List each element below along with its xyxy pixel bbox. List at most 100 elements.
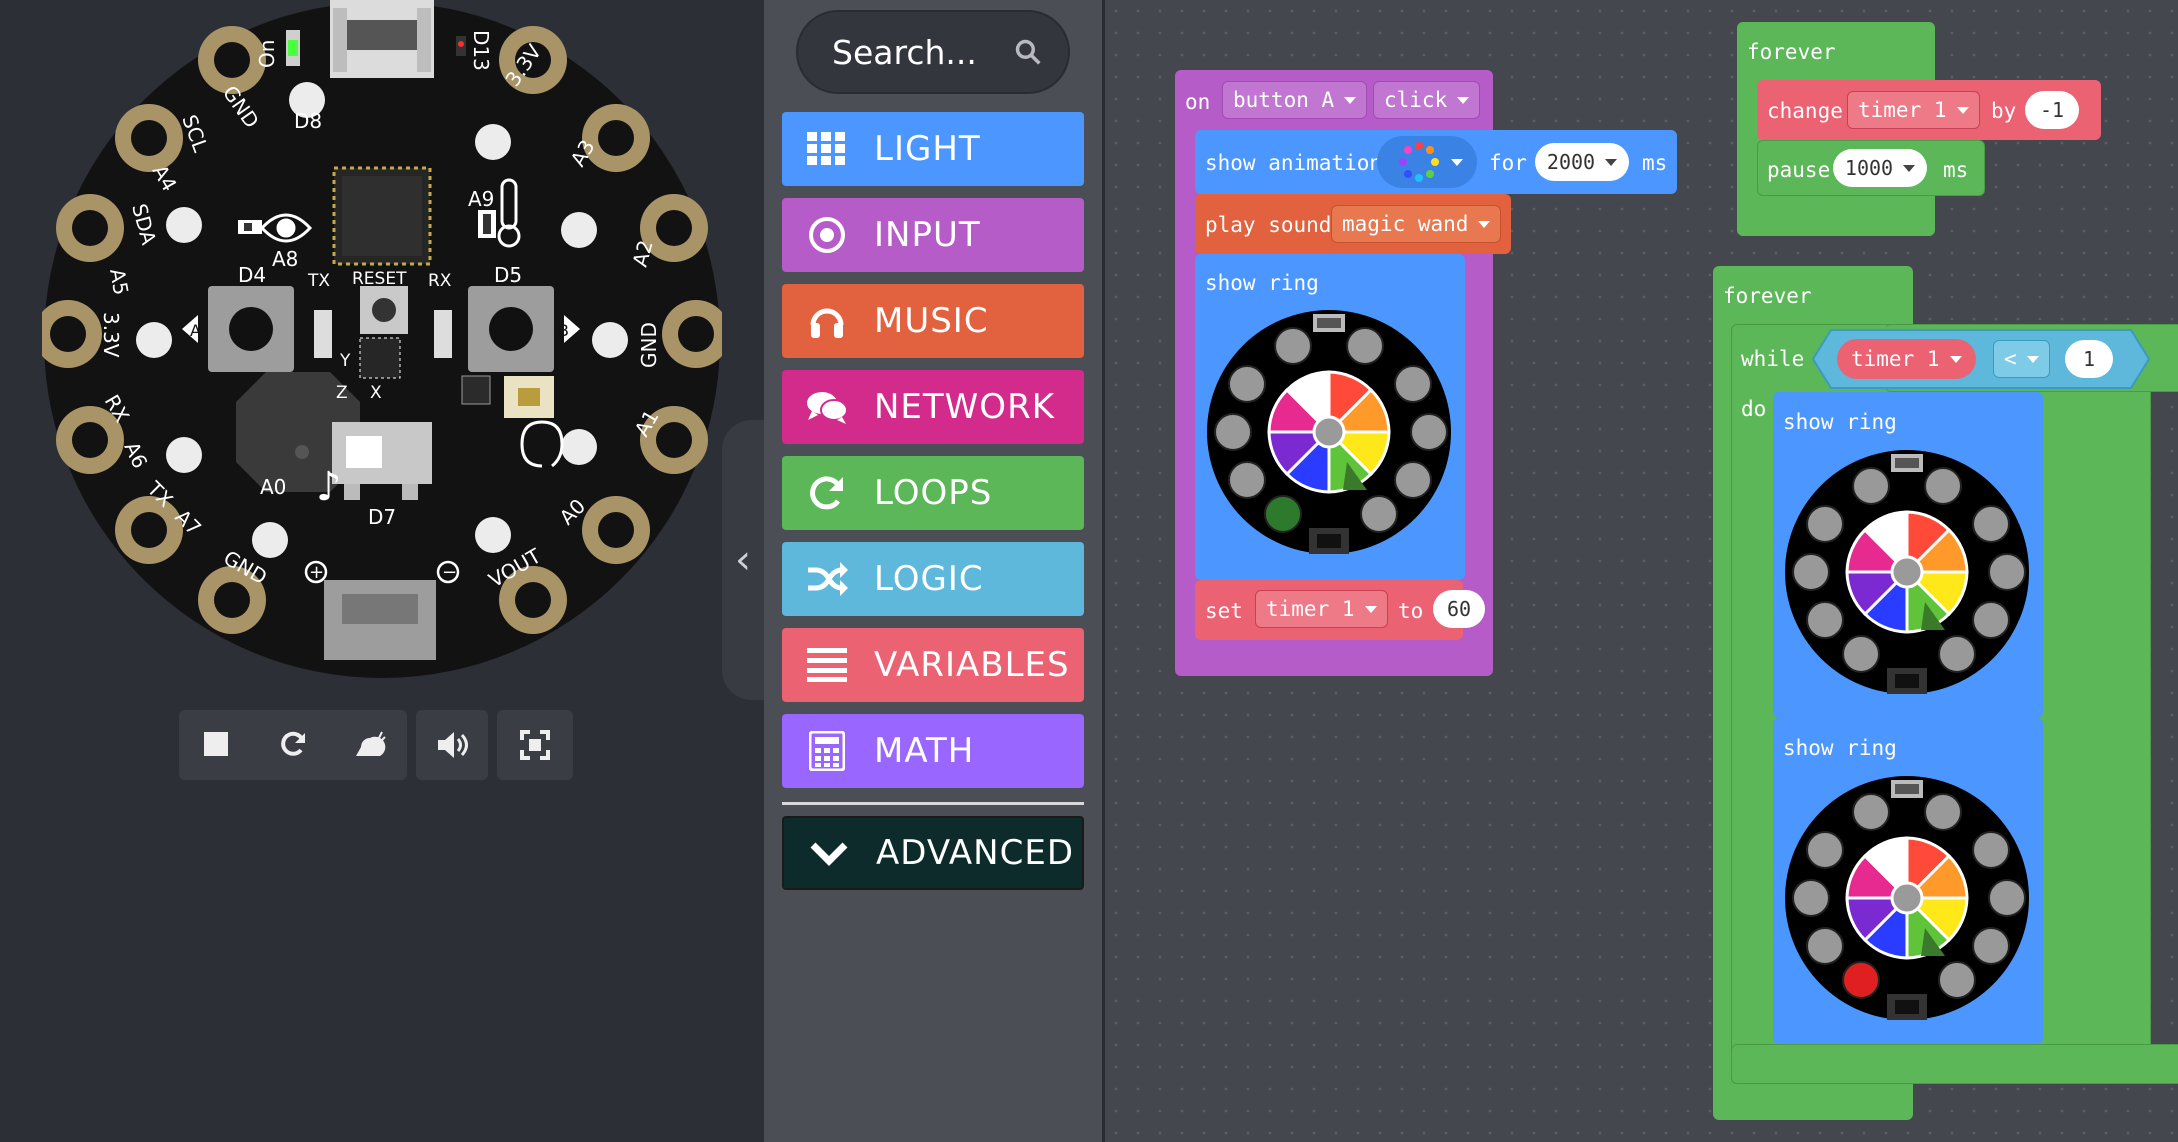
shuffle-icon <box>804 556 850 602</box>
pause-ms-label: ms <box>1943 158 1969 182</box>
action-dropdown[interactable]: click <box>1373 81 1481 119</box>
on-label: on <box>1185 90 1211 114</box>
fullscreen-icon <box>520 730 550 760</box>
to-label: to <box>1398 599 1424 623</box>
category-music[interactable]: MUSIC <box>782 284 1084 358</box>
category-label: VARIABLES <box>874 645 1070 685</box>
category-label: LIGHT <box>874 129 981 169</box>
chat-icon <box>804 384 850 430</box>
ring-pixel-editor[interactable] <box>1785 450 2029 694</box>
set-variable-dropdown[interactable]: timer 1 <box>1255 590 1388 628</box>
stop-button[interactable] <box>179 710 255 780</box>
color-wheel <box>1267 370 1391 494</box>
search-icon[interactable] <box>1014 36 1042 68</box>
category-label: LOOPS <box>874 473 993 513</box>
change-by-field[interactable]: -1 <box>2025 91 2079 129</box>
label-a9: A9 <box>468 187 494 211</box>
category-label: INPUT <box>874 215 981 255</box>
calculator-icon <box>804 728 850 774</box>
pause-label: pause <box>1767 158 1831 182</box>
category-input[interactable]: INPUT <box>782 198 1084 272</box>
category-label: MATH <box>874 731 975 771</box>
show-animation-label: show animation <box>1205 151 1383 175</box>
show-ring-label: show ring <box>1783 410 1897 434</box>
headphones-icon <box>804 298 850 344</box>
search-input[interactable] <box>830 31 1014 73</box>
label-z: Z <box>336 383 348 403</box>
music-note-icon: ♪ <box>316 464 342 510</box>
chevron-down-icon <box>806 830 852 876</box>
label-d5: D5 <box>494 263 522 287</box>
category-loops[interactable]: LOOPS <box>782 456 1084 530</box>
list-icon <box>804 642 850 688</box>
forever-label: forever <box>1723 284 1812 308</box>
label-rx-top: RX <box>428 271 452 291</box>
stop-icon <box>204 732 228 756</box>
by-label: by <box>1991 99 2017 123</box>
toolbox-separator <box>782 802 1084 805</box>
ring-pixel-editor[interactable] <box>1785 776 2029 1020</box>
label-a8: A8 <box>272 247 298 271</box>
show-ring-label: show ring <box>1783 736 1897 760</box>
ring-pixel-editor[interactable] <box>1207 310 1451 554</box>
while-block-footer <box>1731 1044 2178 1084</box>
category-label: NETWORK <box>874 387 1055 427</box>
ms-label: ms <box>1642 151 1668 175</box>
label-a0-mid: A0 <box>260 475 286 499</box>
label-y: Y <box>339 351 351 371</box>
button-dropdown[interactable]: button A <box>1222 81 1368 119</box>
animation-dropdown[interactable] <box>1377 136 1477 188</box>
advanced-label: ADVANCED <box>876 833 1075 873</box>
fullscreen-button[interactable] <box>497 710 573 780</box>
mute-button[interactable] <box>416 710 488 780</box>
label-x: X <box>370 383 382 403</box>
change-label: change <box>1767 99 1843 123</box>
operator-dropdown[interactable]: < <box>1993 340 2050 378</box>
forever-label: forever <box>1747 40 1836 64</box>
rainbow-animation-icon <box>1399 142 1439 182</box>
for-label: for <box>1489 151 1527 175</box>
category-light[interactable]: LIGHT <box>782 112 1084 186</box>
category-network[interactable]: NETWORK <box>782 370 1084 444</box>
search-box[interactable] <box>796 10 1070 94</box>
simulator-panel: ♪ + − On D13 GND 3.3V D8 SCL A4 A3 SDA A… <box>0 0 764 1142</box>
label-d7: D7 <box>368 505 396 529</box>
change-variable-dropdown[interactable]: timer 1 <box>1847 91 1980 129</box>
collapse-simulator-button[interactable]: ‹ <box>722 420 764 700</box>
play-sound-label: play sound <box>1205 213 1332 237</box>
while-label: while <box>1741 347 1805 371</box>
speaker-icon <box>438 732 468 758</box>
duration-field[interactable]: 2000 <box>1535 143 1629 181</box>
label-on: On <box>255 40 279 68</box>
show-ring-label: show ring <box>1205 271 1319 295</box>
label-tx-top: TX <box>307 271 330 291</box>
circuit-playground-board[interactable]: ♪ + − On D13 GND 3.3V D8 SCL A4 A3 SDA A… <box>42 0 722 680</box>
label-d8: D8 <box>294 109 322 133</box>
grid-icon <box>804 126 850 172</box>
event-block-arm <box>1175 128 1191 640</box>
snail-icon <box>356 731 386 756</box>
slow-motion-button[interactable] <box>331 710 407 780</box>
compare-value-field[interactable]: 1 <box>2065 340 2113 378</box>
chevron-left-icon: ‹ <box>735 537 751 583</box>
category-logic[interactable]: LOGIC <box>782 542 1084 616</box>
category-label: MUSIC <box>874 301 989 341</box>
label-reset: RESET <box>352 269 407 289</box>
sound-dropdown[interactable]: magic wand <box>1331 205 1502 243</box>
category-variables[interactable]: VARIABLES <box>782 628 1084 702</box>
sim-controls-group <box>179 710 407 780</box>
label-d4: D4 <box>238 263 266 287</box>
target-icon <box>804 212 850 258</box>
label-a5: A5 <box>105 267 133 297</box>
label-btn-a: A <box>190 321 201 340</box>
restart-button[interactable] <box>255 710 331 780</box>
category-math[interactable]: MATH <box>782 714 1084 788</box>
compare-variable-dropdown[interactable]: timer 1 <box>1837 339 1976 379</box>
label-gnd-r: GND <box>637 322 661 368</box>
blocks-workspace[interactable]: on button A click show animation for 200… <box>1105 0 2178 1142</box>
category-advanced[interactable]: ADVANCED <box>782 816 1084 890</box>
set-value-field[interactable]: 60 <box>1433 590 1485 628</box>
pause-duration-field[interactable]: 1000 <box>1833 149 1927 187</box>
set-label: set <box>1205 599 1243 623</box>
label-33v-l: 3.3V <box>99 312 123 358</box>
